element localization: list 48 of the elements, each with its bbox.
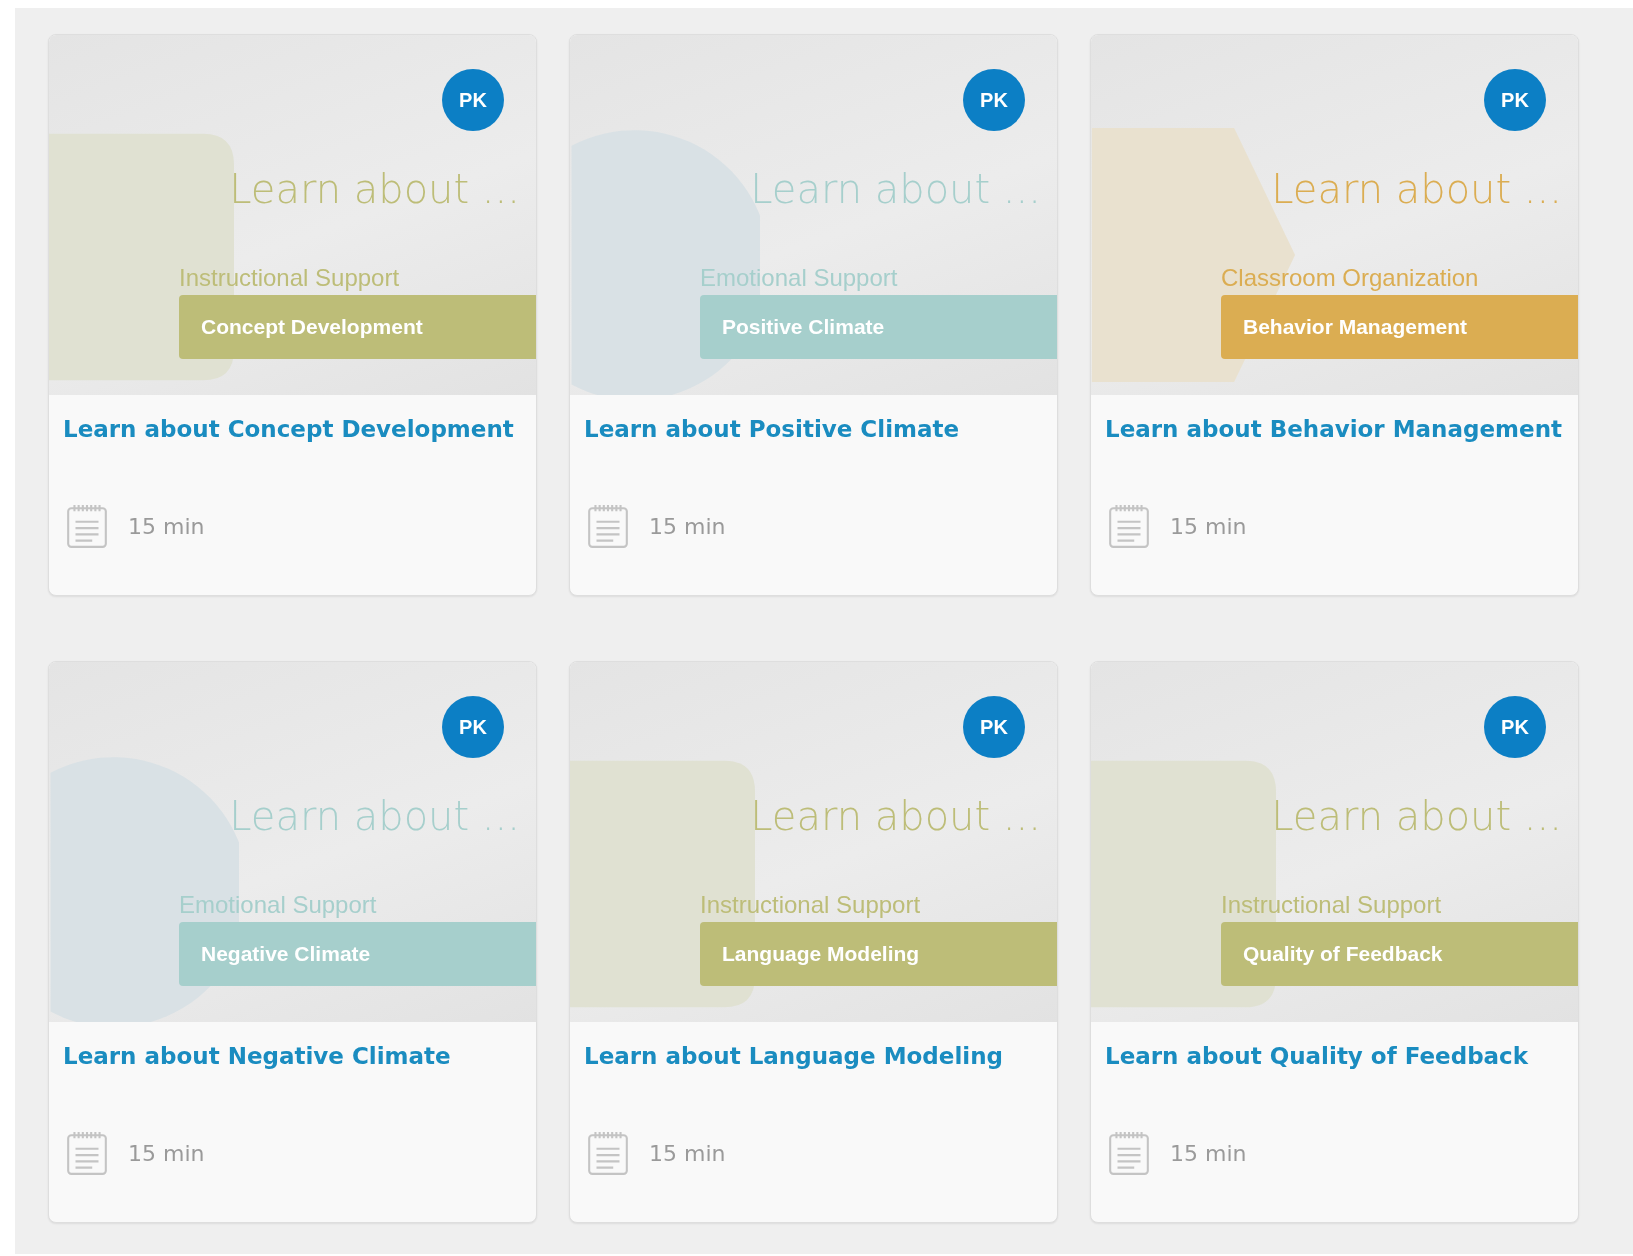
banner-headline: Learn about ...	[750, 165, 1041, 213]
course-card[interactable]: PK Learn about ... Classroom Organization Behavior Management Learn about Behavior Management 15 min	[1090, 34, 1579, 596]
duration-text: 15 min	[128, 1140, 205, 1166]
notepad-icon	[66, 503, 108, 549]
domain-label: Classroom Organization	[1221, 263, 1479, 293]
course-title-link[interactable]: Learn about Quality of Feedback	[1105, 1040, 1564, 1072]
banner-headline: Learn about ...	[229, 792, 520, 840]
level-badge: PK	[442, 696, 504, 758]
level-badge: PK	[963, 696, 1025, 758]
dimension-band: Concept Development	[179, 295, 536, 359]
notepad-icon	[1108, 1130, 1150, 1176]
course-card[interactable]: PK Learn about ... Instructional Support Concept Development Learn about Concept Development 15 min	[48, 34, 537, 596]
level-badge: PK	[442, 69, 504, 131]
level-badge: PK	[1484, 696, 1546, 758]
notepad-icon	[66, 1130, 108, 1176]
course-card[interactable]: PK Learn about ... Instructional Support Language Modeling Learn about Language Modeling 15 min	[569, 661, 1058, 1223]
dimension-band: Language Modeling	[700, 922, 1057, 986]
notepad-icon	[587, 1130, 629, 1176]
banner-headline: Learn about ...	[1271, 792, 1562, 840]
domain-label: Instructional Support	[179, 263, 400, 293]
course-title-link[interactable]: Learn about Behavior Management	[1105, 413, 1564, 445]
duration-text: 15 min	[128, 513, 205, 539]
banner-headline: Learn about ...	[229, 165, 520, 213]
duration-text: 15 min	[649, 1140, 726, 1166]
course-card[interactable]: PK Learn about ... Instructional Support Quality of Feedback Learn about Quality of Feedback 15 min	[1090, 661, 1579, 1223]
course-title-link[interactable]: Learn about Positive Climate	[584, 413, 1043, 445]
dimension-band: Positive Climate	[700, 295, 1057, 359]
domain-label: Instructional Support	[700, 890, 921, 920]
course-title-link[interactable]: Learn about Concept Development	[63, 413, 522, 445]
course-title-link[interactable]: Learn about Language Modeling	[584, 1040, 1043, 1072]
duration-text: 15 min	[649, 513, 726, 539]
domain-label: Emotional Support	[179, 890, 377, 920]
banner-headline: Learn about ...	[1271, 165, 1562, 213]
banner-headline: Learn about ...	[750, 792, 1041, 840]
notepad-icon	[1108, 503, 1150, 549]
level-badge: PK	[1484, 69, 1546, 131]
domain-label: Emotional Support	[700, 263, 898, 293]
course-card[interactable]: PK Learn about ... Emotional Support Positive Climate Learn about Positive Climate 15 min	[569, 34, 1058, 596]
course-card[interactable]: PK Learn about ... Emotional Support Negative Climate Learn about Negative Climate 15 min	[48, 661, 537, 1223]
level-badge: PK	[963, 69, 1025, 131]
dimension-band: Quality of Feedback	[1221, 922, 1578, 986]
duration-text: 15 min	[1170, 513, 1247, 539]
duration-text: 15 min	[1170, 1140, 1247, 1166]
notepad-icon	[587, 503, 629, 549]
dimension-band: Behavior Management	[1221, 295, 1578, 359]
dimension-band: Negative Climate	[179, 922, 536, 986]
domain-label: Instructional Support	[1221, 890, 1442, 920]
course-title-link[interactable]: Learn about Negative Climate	[63, 1040, 522, 1072]
